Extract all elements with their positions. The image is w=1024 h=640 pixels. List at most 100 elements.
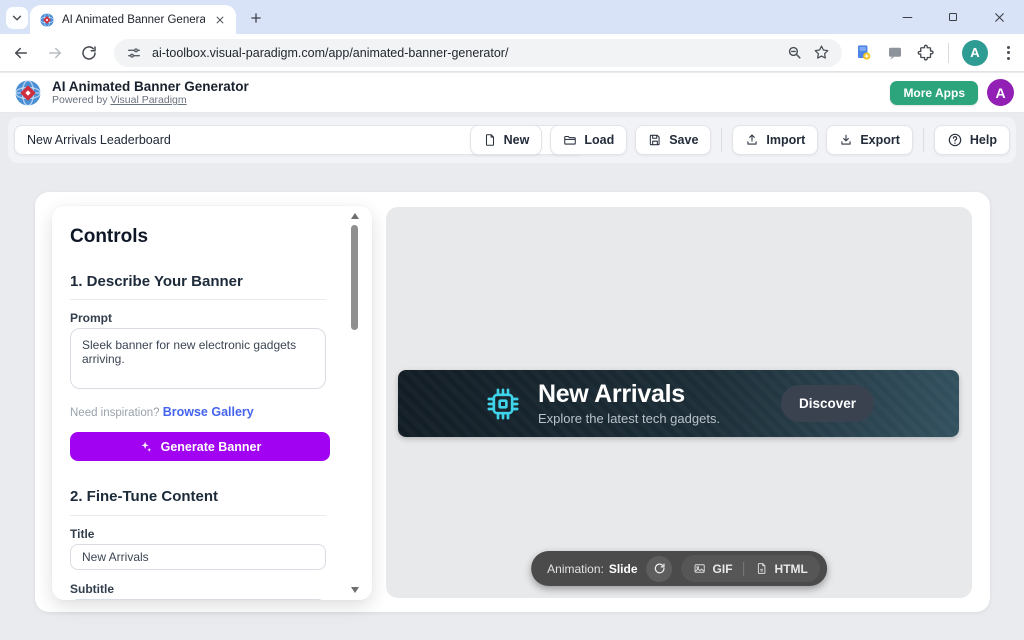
chrome-action-icons: A: [854, 40, 1016, 66]
browser-url-row: ai-toolbox.visual-paradigm.com/app/anima…: [0, 34, 1024, 72]
import-button[interactable]: Import: [732, 125, 818, 155]
visual-paradigm-logo: [13, 78, 43, 108]
export-html-button[interactable]: HTML: [756, 562, 808, 576]
title-label: Title: [70, 527, 94, 541]
window-close-button[interactable]: [976, 0, 1022, 34]
project-toolbar: New Load Save Import Export Help: [8, 117, 1016, 163]
site-settings-icon[interactable]: [126, 45, 142, 61]
extensions-puzzle-icon[interactable]: [917, 44, 935, 62]
page-title: AI Animated Banner Generator: [52, 79, 249, 95]
divider: [70, 515, 326, 516]
new-file-icon: [483, 133, 497, 147]
divider: [744, 562, 745, 576]
image-icon: [694, 562, 707, 575]
menu-kebab-icon[interactable]: [1001, 44, 1016, 62]
main-card: Controls 1. Describe Your Banner Prompt …: [35, 192, 990, 612]
account-avatar[interactable]: A: [987, 79, 1014, 106]
save-button-label: Save: [669, 133, 698, 147]
title-input[interactable]: [70, 544, 326, 570]
export-button[interactable]: Export: [826, 125, 913, 155]
header-titles: AI Animated Banner Generator Powered by …: [52, 79, 249, 107]
animation-value: Slide: [609, 562, 638, 576]
scrollbar-up-icon[interactable]: [351, 213, 359, 219]
window-minimize-button[interactable]: [884, 0, 930, 34]
subtitle-input[interactable]: [70, 599, 326, 600]
replay-animation-button[interactable]: [647, 556, 673, 582]
generate-banner-button[interactable]: Generate Banner: [70, 432, 330, 461]
banner-title: New Arrivals: [538, 381, 720, 407]
help-icon: [947, 132, 963, 148]
back-icon[interactable]: [12, 44, 30, 62]
folder-icon: [563, 133, 577, 147]
inspiration-text: Need inspiration?: [70, 407, 160, 419]
chip-icon: [483, 384, 523, 424]
gif-label: GIF: [713, 562, 733, 576]
visual-paradigm-link[interactable]: Visual Paradigm: [110, 94, 186, 106]
divider: [70, 299, 326, 300]
animation-label: Animation:: [547, 562, 604, 576]
app-header: AI Animated Banner Generator Powered by …: [0, 73, 1024, 113]
browser-tab[interactable]: AI Animated Banner Generator |: [30, 5, 236, 34]
generate-banner-label: Generate Banner: [161, 440, 262, 454]
import-button-label: Import: [766, 133, 805, 147]
controls-panel: Controls 1. Describe Your Banner Prompt …: [52, 206, 372, 600]
favicon-icon: [39, 12, 55, 28]
forward-icon[interactable]: [46, 44, 64, 62]
preview-controls-pill: Animation: Slide GIF HTML: [531, 551, 827, 586]
preview-area: New Arrivals Explore the latest tech gad…: [386, 207, 972, 598]
zoom-out-icon[interactable]: [786, 44, 803, 61]
tab-title: AI Animated Banner Generator |: [62, 14, 205, 26]
load-button-label: Load: [584, 133, 614, 147]
banner-preview: New Arrivals Explore the latest tech gad…: [398, 370, 959, 437]
window-controls: [884, 0, 1022, 34]
tab-search-button[interactable]: [6, 7, 28, 29]
refresh-icon: [653, 562, 666, 575]
help-button-label: Help: [970, 133, 997, 147]
file-code-icon: [756, 562, 769, 575]
save-icon: [648, 133, 662, 147]
pinned-extension-icon[interactable]: [854, 43, 873, 62]
sparkle-icon: [139, 440, 153, 454]
export-format-group: GIF HTML: [682, 555, 820, 582]
export-button-label: Export: [860, 133, 900, 147]
banner-text-block: New Arrivals Explore the latest tech gad…: [538, 381, 720, 425]
toolbar-buttons: New Load Save Import Export Help: [470, 125, 1010, 155]
powered-by-line: Powered by Visual Paradigm: [52, 94, 249, 106]
export-gif-button[interactable]: GIF: [694, 562, 733, 576]
browse-gallery-link[interactable]: Browse Gallery: [163, 405, 254, 419]
html-label: HTML: [775, 562, 808, 576]
reload-icon[interactable]: [80, 44, 98, 62]
feedback-icon[interactable]: [886, 44, 904, 62]
powered-by-text: Powered by: [52, 94, 107, 106]
chevron-down-icon: [10, 11, 24, 25]
more-apps-button[interactable]: More Apps: [890, 81, 978, 105]
new-button-label: New: [504, 133, 530, 147]
save-button[interactable]: Save: [635, 125, 711, 155]
scrollbar-thumb[interactable]: [351, 225, 358, 330]
new-tab-button[interactable]: [246, 8, 266, 28]
window-maximize-button[interactable]: [930, 0, 976, 34]
divider: [948, 43, 949, 63]
address-bar[interactable]: ai-toolbox.visual-paradigm.com/app/anima…: [114, 39, 842, 67]
inspiration-row: Need inspiration? Browse Gallery: [70, 405, 254, 419]
browser-tab-strip: AI Animated Banner Generator |: [0, 0, 1024, 34]
subtitle-label: Subtitle: [70, 582, 114, 596]
export-icon: [839, 133, 853, 147]
url-text[interactable]: ai-toolbox.visual-paradigm.com/app/anima…: [152, 46, 776, 60]
tab-close-icon[interactable]: [212, 12, 228, 28]
import-icon: [745, 133, 759, 147]
section-describe-heading: 1. Describe Your Banner: [70, 273, 243, 290]
banner-subtitle: Explore the latest tech gadgets.: [538, 411, 720, 426]
banner-cta-button[interactable]: Discover: [781, 385, 874, 422]
section-finetune-heading: 2. Fine-Tune Content: [70, 488, 218, 505]
bookmark-star-icon[interactable]: [813, 44, 830, 61]
prompt-textarea[interactable]: [70, 328, 326, 389]
prompt-label: Prompt: [70, 311, 112, 325]
load-button[interactable]: Load: [550, 125, 627, 155]
new-button[interactable]: New: [470, 125, 543, 155]
help-button[interactable]: Help: [934, 125, 1010, 155]
controls-heading: Controls: [70, 226, 148, 248]
divider: [923, 128, 924, 152]
scrollbar-down-icon[interactable]: [351, 587, 359, 593]
browser-profile-avatar[interactable]: A: [962, 40, 988, 66]
